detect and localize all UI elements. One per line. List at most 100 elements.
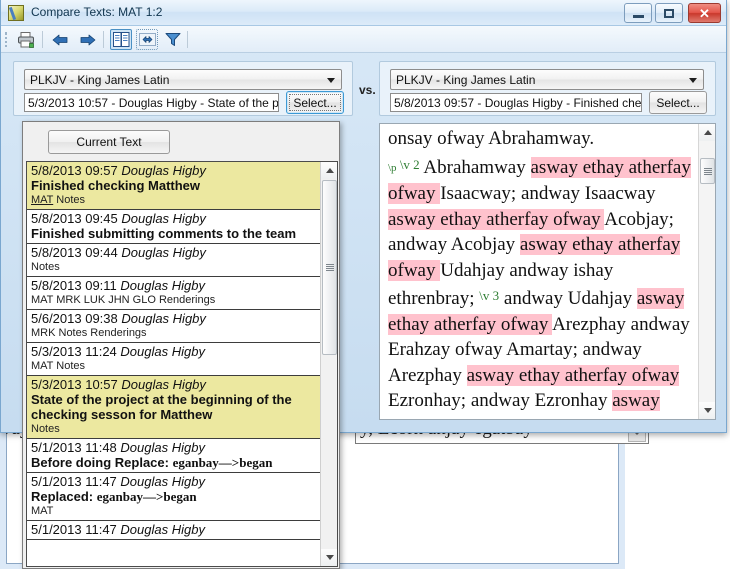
history-scroll-thumb[interactable] — [322, 180, 337, 355]
vs-label: vs. — [359, 83, 376, 97]
history-scroll-down-arrow-icon[interactable] — [321, 549, 337, 566]
history-item-book-link[interactable]: MAT — [31, 194, 53, 206]
paragraph-marker: \p — [388, 161, 397, 174]
minimize-icon — [632, 14, 644, 18]
history-list-item[interactable]: 5/1/2013 11:47 Douglas Higby — [27, 521, 322, 540]
history-item-timestamp: 5/6/2013 09:38 — [31, 311, 122, 326]
history-item-user: Douglas Higby — [120, 522, 205, 537]
history-item-user: Douglas Higby — [121, 377, 206, 392]
chevron-down-icon — [327, 78, 335, 83]
close-icon: ✕ — [699, 5, 710, 21]
history-item-user: Douglas Higby — [120, 278, 205, 293]
history-item-timestamp: 5/8/2013 09:57 — [31, 163, 122, 178]
history-item-subtitle: MAT Notes — [31, 359, 319, 373]
highlighted-text-run: asway ethay atherfay ofway — [388, 208, 605, 230]
comparison-text-body: onsay ofway Abrahamway. \p \v 2 Abrahamw… — [380, 124, 698, 419]
history-item-header: 5/1/2013 11:48 Douglas Higby — [31, 440, 319, 455]
history-item-subtitle-text: Notes — [53, 194, 86, 206]
history-item-subtitle: MAT — [31, 504, 319, 518]
history-vertical-scrollbar[interactable] — [320, 162, 337, 566]
history-list-item[interactable]: 5/3/2013 11:24 Douglas Higby MAT Notes — [27, 343, 322, 376]
history-item-header: 5/8/2013 09:44 Douglas Higby — [31, 245, 319, 260]
text-run: Ezronhay; andway Ezronhay — [388, 390, 613, 411]
history-item-header: 5/6/2013 09:38 Douglas Higby — [31, 311, 319, 326]
window-title: Compare Texts: MAT 1:2 — [31, 5, 163, 19]
viewer-scroll-thumb[interactable] — [700, 158, 715, 184]
left-snapshot-field[interactable]: 5/3/2013 10:57 - Douglas Higby - State o… — [24, 93, 279, 112]
history-item-subtitle: MRK Notes Renderings — [31, 326, 319, 340]
history-item-title: Replaced: eganbay—>began — [31, 489, 319, 504]
history-item-header: 5/8/2013 09:57 Douglas Higby — [31, 163, 319, 178]
left-project-combo-value: PLKJV - King James Latin — [30, 72, 170, 87]
history-item-subtitle-text: MRK Notes Renderings — [31, 327, 147, 339]
right-select-button[interactable]: Select... — [649, 91, 707, 114]
filter-icon[interactable] — [162, 29, 184, 50]
viewer-vertical-scrollbar[interactable] — [698, 124, 715, 419]
background-right-pane — [649, 432, 730, 569]
history-item-timestamp: 5/1/2013 11:48 — [31, 440, 121, 455]
left-snapshot-value: 5/3/2013 10:57 - Douglas Higby - State o… — [28, 95, 279, 110]
left-project-combo[interactable]: PLKJV - King James Latin — [24, 69, 342, 90]
highlighted-text-run: asway ethay atherfay ofway — [466, 364, 680, 386]
forward-arrow-icon[interactable] — [77, 29, 99, 50]
history-scroll-up-arrow-icon[interactable] — [321, 162, 337, 179]
toolbar-separator-3 — [187, 31, 188, 48]
history-item-subtitle-text: MAT MRK LUK JHN GLO Renderings — [31, 294, 216, 306]
maximize-button[interactable] — [655, 3, 683, 23]
back-arrow-icon[interactable] — [49, 29, 71, 50]
history-list-item[interactable]: 5/3/2013 10:57 Douglas Higby State of the… — [27, 376, 322, 439]
history-item-timestamp: 5/8/2013 09:11 — [31, 278, 121, 293]
right-project-combo-value: PLKJV - King James Latin — [396, 72, 536, 87]
history-item-header: 5/3/2013 10:57 Douglas Higby — [31, 377, 319, 392]
toolbar-grip[interactable] — [5, 32, 8, 47]
snapshot-history-list-wrapper: 5/8/2013 09:57 Douglas Higby Finished che… — [26, 161, 338, 567]
history-list-item[interactable]: 5/8/2013 09:45 Douglas Higby Finished sub… — [27, 210, 322, 244]
side-by-side-view-icon[interactable] — [110, 29, 132, 50]
history-item-subtitle-text: MAT — [31, 505, 54, 517]
history-list-item[interactable]: 5/8/2013 09:44 Douglas Higby Notes — [27, 244, 322, 277]
history-item-subtitle: MAT MRK LUK JHN GLO Renderings — [31, 293, 319, 307]
history-item-user: Douglas Higby — [121, 163, 206, 178]
text-run: Abrahamway — [419, 156, 531, 178]
history-item-user: Douglas Higby — [120, 344, 205, 359]
history-item-timestamp: 5/1/2013 11:47 — [31, 474, 121, 489]
verse-marker: \v 3 — [479, 288, 500, 303]
toolbar-separator-2 — [103, 31, 104, 48]
history-item-subtitle: Notes — [31, 260, 319, 274]
history-item-user: Douglas Higby — [120, 440, 205, 455]
history-item-subtitle: MAT Notes — [31, 193, 319, 207]
close-button[interactable]: ✕ — [688, 3, 721, 23]
history-list-item[interactable]: 5/8/2013 09:57 Douglas Higby Finished che… — [27, 162, 322, 210]
toolbar — [1, 26, 726, 53]
history-item-timestamp: 5/8/2013 09:45 — [31, 211, 122, 226]
right-source-panel: PLKJV - King James Latin 5/8/2013 09:57 … — [379, 61, 716, 116]
scroll-up-arrow-icon[interactable] — [699, 124, 715, 141]
history-item-user: Douglas Higby — [121, 245, 206, 260]
history-item-header: 5/3/2013 11:24 Douglas Higby — [31, 344, 319, 359]
history-item-subtitle-text: MAT Notes — [31, 360, 85, 372]
scroll-down-arrow-icon[interactable] — [699, 402, 715, 419]
fit-width-icon[interactable] — [136, 29, 158, 50]
history-item-title-detail: eganbay—>began — [96, 489, 197, 504]
history-list-item[interactable]: 5/8/2013 09:11 Douglas Higby MAT MRK LUK … — [27, 277, 322, 310]
maximize-icon — [664, 8, 674, 18]
history-item-title-detail: eganbay—>began — [172, 455, 273, 470]
right-snapshot-field[interactable]: 5/8/2013 09:57 - Douglas Higby - Finishe… — [390, 93, 642, 112]
history-item-user: Douglas Higby — [120, 474, 205, 489]
comparison-text-viewer[interactable]: onsay ofway Abrahamway. \p \v 2 Abrahamw… — [379, 123, 716, 420]
history-item-timestamp: 5/8/2013 09:44 — [31, 245, 122, 260]
title-bar[interactable]: Compare Texts: MAT 1:2 ✕ — [1, 0, 726, 26]
right-project-combo[interactable]: PLKJV - King James Latin — [390, 69, 704, 90]
history-item-subtitle-text: Notes — [31, 261, 60, 273]
snapshot-history-list[interactable]: 5/8/2013 09:57 Douglas Higby Finished che… — [27, 162, 322, 566]
minimize-button[interactable] — [624, 3, 652, 23]
print-icon[interactable] — [15, 29, 37, 50]
toolbar-separator — [42, 31, 43, 48]
history-list-item[interactable]: 5/6/2013 09:38 Douglas Higby MRK Notes Re… — [27, 310, 322, 343]
history-list-item[interactable]: 5/1/2013 11:48 Douglas Higby Before doing… — [27, 439, 322, 473]
history-item-timestamp: 5/3/2013 10:57 — [31, 377, 122, 392]
left-select-button[interactable]: Select... — [286, 91, 344, 114]
history-list-item[interactable]: 5/1/2013 11:47 Douglas Higby Replaced: eg… — [27, 473, 322, 521]
current-text-button[interactable]: Current Text — [48, 130, 170, 154]
text-run: andway Udahjay — [499, 288, 637, 309]
